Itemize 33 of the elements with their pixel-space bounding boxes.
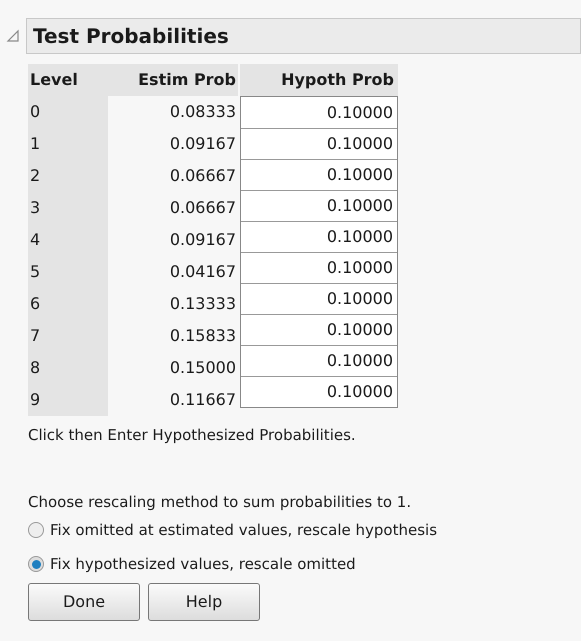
table-cell-text: 0.06667 bbox=[168, 165, 237, 187]
table-cell-text: 0.08333 bbox=[168, 101, 237, 123]
dialog-button[interactable]: Help bbox=[148, 583, 260, 621]
table-cell-text: 0.11667 bbox=[168, 389, 237, 411]
table-cell: 1 bbox=[28, 128, 108, 160]
radio-label[interactable]: Fix hypothesized values, rescale omitted bbox=[50, 552, 356, 576]
table-cell-text: 0.09167 bbox=[168, 133, 237, 155]
column-header: Hypoth Prob bbox=[240, 64, 398, 96]
table-cell-text: 0.09167 bbox=[168, 229, 237, 251]
radio-button[interactable] bbox=[28, 522, 44, 538]
panel-header: Test Probabilities bbox=[26, 18, 581, 54]
table-cell-text: 0.04167 bbox=[168, 261, 237, 283]
radio-label[interactable]: Fix omitted at estimated values, rescale hypothesis bbox=[50, 518, 438, 542]
column-header: Level bbox=[28, 64, 108, 96]
table-cell: 7 bbox=[28, 320, 108, 352]
table-cell: 8 bbox=[28, 352, 108, 384]
table-cell: 4 bbox=[28, 224, 108, 256]
table-cell: 6 bbox=[28, 288, 108, 320]
instruction-text: Click then Enter Hypothesized Probabilities. bbox=[28, 425, 357, 446]
table-cell-text: 0.06667 bbox=[168, 197, 237, 219]
table-cell: 2 bbox=[28, 160, 108, 192]
rescale-prompt: Choose rescaling method to sum probabilities to 1. bbox=[28, 492, 412, 512]
table-cell: 3 bbox=[28, 192, 108, 224]
table-cell: 9 bbox=[28, 384, 108, 416]
disclosure-triangle-icon[interactable] bbox=[6, 29, 20, 43]
table-cell-text: 0.15000 bbox=[168, 357, 237, 379]
column-header: Estim Prob bbox=[108, 64, 238, 96]
table-cell: 5 bbox=[28, 256, 108, 288]
dialog-button[interactable]: Done bbox=[28, 583, 140, 621]
table-cell-text: 0.13333 bbox=[168, 293, 237, 315]
table-cell: 0 bbox=[28, 96, 108, 128]
radio-button[interactable] bbox=[28, 556, 44, 572]
table-cell-text: 0.15833 bbox=[168, 325, 237, 347]
